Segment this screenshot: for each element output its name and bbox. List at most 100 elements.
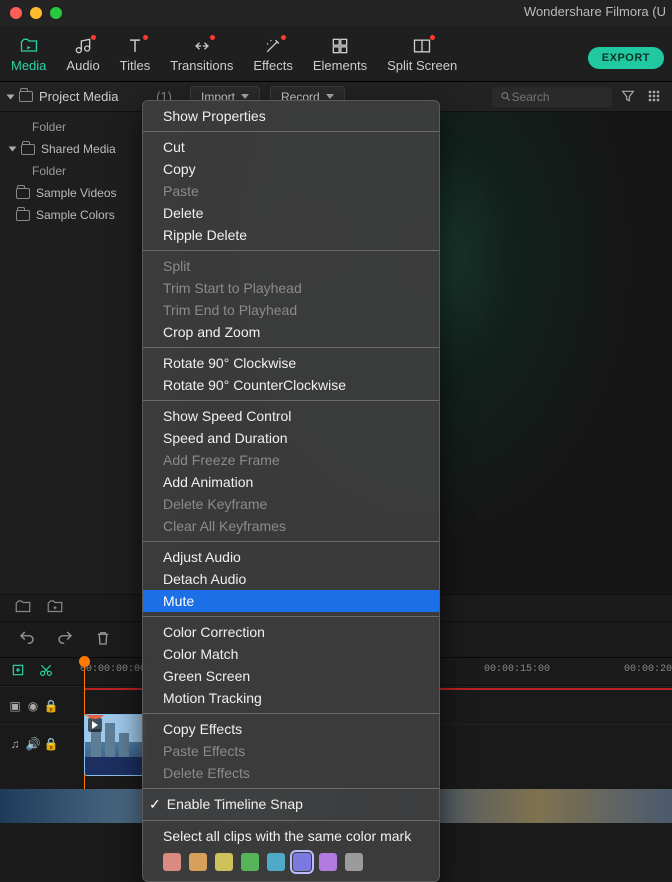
tab-audio[interactable]: Audio <box>63 34 102 75</box>
text-icon <box>125 36 145 56</box>
track-lock-icon[interactable]: 🔒 <box>42 699 60 713</box>
sidebar-item-label: Shared Media <box>41 142 116 156</box>
menu-item-mute[interactable]: Mute <box>143 590 439 612</box>
search-input[interactable] <box>512 90 604 104</box>
music-note-icon <box>73 36 93 56</box>
export-button[interactable]: EXPORT <box>588 47 664 69</box>
menu-separator <box>143 820 439 821</box>
close-window-button[interactable] <box>10 7 22 19</box>
menu-item-color-match[interactable]: Color Match <box>143 643 439 665</box>
track-toggle-icon[interactable]: ▣ <box>6 699 24 713</box>
tab-label: Audio <box>66 58 99 73</box>
menu-item-ripple-delete[interactable]: Ripple Delete <box>143 224 439 246</box>
folder-film-icon <box>19 36 39 56</box>
tab-transitions[interactable]: Transitions <box>167 34 236 75</box>
track-mute-icon[interactable]: 🔊 <box>24 737 42 751</box>
tab-titles[interactable]: Titles <box>117 34 154 75</box>
track-visibility-icon[interactable]: ◉ <box>24 699 42 713</box>
color-swatch[interactable] <box>189 853 207 871</box>
menu-item-motion-tracking[interactable]: Motion Tracking <box>143 687 439 709</box>
minimize-window-button[interactable] <box>30 7 42 19</box>
delete-button[interactable] <box>94 629 112 650</box>
transitions-icon <box>192 36 212 56</box>
menu-item-crop-and-zoom[interactable]: Crop and Zoom <box>143 321 439 343</box>
sidebar-item-label: Sample Videos <box>36 186 117 200</box>
tab-effects[interactable]: Effects <box>250 34 296 75</box>
add-folder-icon[interactable] <box>14 598 32 619</box>
chevron-down-icon <box>326 94 334 99</box>
window-titlebar: Wondershare Filmora (U <box>0 0 672 26</box>
color-swatch[interactable] <box>215 853 233 871</box>
redo-button[interactable] <box>56 629 74 650</box>
color-mark-row <box>143 847 439 877</box>
menu-item-add-animation[interactable]: Add Animation <box>143 471 439 493</box>
marker-add-icon[interactable] <box>10 662 26 681</box>
folder-icon <box>19 91 33 102</box>
search-icon <box>500 90 512 103</box>
grid-view-icon[interactable] <box>646 88 664 106</box>
menu-item-copy-effects[interactable]: Copy Effects <box>143 718 439 740</box>
timeline-clip[interactable] <box>84 714 146 776</box>
color-swatch[interactable] <box>319 853 337 871</box>
track-lock-icon[interactable]: 🔒 <box>42 737 60 751</box>
menu-item-speed-and-duration[interactable]: Speed and Duration <box>143 427 439 449</box>
tab-split-screen[interactable]: Split Screen <box>384 34 460 75</box>
tab-label: Elements <box>313 58 367 73</box>
menu-item-rotate-90-clockwise[interactable]: Rotate 90° Clockwise <box>143 352 439 374</box>
color-swatch[interactable] <box>163 853 181 871</box>
ruler-mark: 00:00:00:00 <box>80 664 146 675</box>
tab-label: Split Screen <box>387 58 457 73</box>
menu-separator <box>143 541 439 542</box>
tab-label: Transitions <box>170 58 233 73</box>
filter-icon[interactable] <box>620 88 638 106</box>
menu-item-show-speed-control[interactable]: Show Speed Control <box>143 405 439 427</box>
play-badge-icon <box>88 718 102 732</box>
undo-button[interactable] <box>18 629 36 650</box>
new-indicator-dot <box>281 35 286 40</box>
chevron-down-icon <box>9 147 17 152</box>
search-box[interactable] <box>492 87 612 107</box>
window-controls <box>10 7 62 19</box>
menu-item-color-correction[interactable]: Color Correction <box>143 621 439 643</box>
main-toolbar: Media Audio Titles Transitions Effects <box>0 26 672 82</box>
color-swatch[interactable] <box>293 853 311 871</box>
menu-item-delete-effects: Delete Effects <box>143 762 439 784</box>
folder-icon <box>16 188 30 199</box>
menu-item-cut[interactable]: Cut <box>143 136 439 158</box>
menu-item-copy[interactable]: Copy <box>143 158 439 180</box>
app-title: Wondershare Filmora (U <box>524 4 666 19</box>
menu-separator <box>143 400 439 401</box>
color-swatch[interactable] <box>241 853 259 871</box>
maximize-window-button[interactable] <box>50 7 62 19</box>
sidebar-item-label: Folder <box>32 164 66 178</box>
menu-item-green-screen[interactable]: Green Screen <box>143 665 439 687</box>
ruler-mark: 00:00:20 <box>624 664 672 675</box>
menu-item-rotate-90-counterclockwise[interactable]: Rotate 90° CounterClockwise <box>143 374 439 396</box>
chevron-down-icon <box>241 94 249 99</box>
color-swatch[interactable] <box>267 853 285 871</box>
menu-separator <box>143 250 439 251</box>
tab-media[interactable]: Media <box>8 34 49 75</box>
menu-separator <box>143 347 439 348</box>
tab-label: Titles <box>120 58 151 73</box>
menu-item-select-all-clips-with-the-same-color-mark[interactable]: Select all clips with the same color mar… <box>143 825 439 847</box>
color-swatch[interactable] <box>345 853 363 871</box>
menu-item-trim-end-to-playhead: Trim End to Playhead <box>143 299 439 321</box>
menu-item-enable-timeline-snap[interactable]: Enable Timeline Snap <box>143 793 439 816</box>
new-folder-icon[interactable] <box>46 598 64 619</box>
cut-tool-icon[interactable] <box>38 662 54 681</box>
menu-item-delete[interactable]: Delete <box>143 202 439 224</box>
project-media-label: Project Media <box>39 89 118 104</box>
menu-item-paste-effects: Paste Effects <box>143 740 439 762</box>
menu-item-paste: Paste <box>143 180 439 202</box>
track-music-icon[interactable]: ♫ <box>6 737 24 751</box>
menu-item-clear-all-keyframes: Clear All Keyframes <box>143 515 439 537</box>
menu-item-adjust-audio[interactable]: Adjust Audio <box>143 546 439 568</box>
menu-item-detach-audio[interactable]: Detach Audio <box>143 568 439 590</box>
menu-item-show-properties[interactable]: Show Properties <box>143 105 439 127</box>
menu-separator <box>143 713 439 714</box>
folder-icon <box>16 210 30 221</box>
tab-label: Media <box>11 58 46 73</box>
sidebar-item-label: Sample Colors <box>36 208 115 222</box>
tab-elements[interactable]: Elements <box>310 34 370 75</box>
